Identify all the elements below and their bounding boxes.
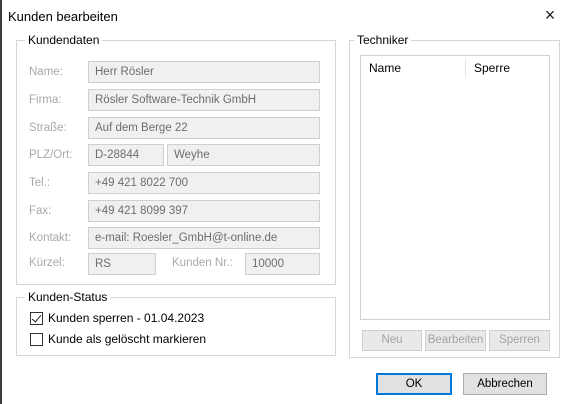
bearbeiten-button[interactable]: Bearbeiten [425, 330, 486, 351]
kuerzel-field[interactable]: RS [88, 253, 156, 275]
abbrechen-button[interactable]: Abbrechen [463, 373, 547, 395]
kunden-sperren-label[interactable]: Kunden sperren - 01.04.2023 [48, 311, 204, 325]
close-icon[interactable]: × [540, 5, 560, 25]
firma-label: Firma: [29, 94, 62, 106]
kunden-status-group: Kunden-Status [16, 290, 336, 356]
fax-label: Fax: [29, 205, 52, 217]
window-left-edge [0, 0, 2, 404]
sperren-button[interactable]: Sperren [489, 330, 550, 351]
kunden-nr-label: Kunden Nr.: [172, 257, 233, 269]
name-field[interactable]: Herr Rösler [88, 61, 320, 83]
kundendaten-legend: Kundendaten [25, 33, 103, 47]
column-header-name[interactable]: Name [361, 56, 465, 80]
techniker-table[interactable]: Name Sperre [360, 55, 550, 320]
strasse-label: Straße: [29, 122, 67, 134]
kunden-sperren-checkbox[interactable] [30, 312, 43, 325]
strasse-field[interactable]: Auf dem Berge 22 [88, 117, 320, 139]
neu-button[interactable]: Neu [362, 330, 422, 351]
techniker-legend: Techniker [354, 33, 412, 47]
column-header-sperre[interactable]: Sperre [466, 56, 550, 80]
kontakt-field[interactable]: e-mail: Roesler_GmbH@t-online.de [88, 227, 320, 249]
dialog-title: Kunden bearbeiten [8, 9, 118, 24]
kuerzel-label: Kürzel: [29, 257, 65, 269]
ok-button[interactable]: OK [376, 373, 452, 395]
kunden-status-legend: Kunden-Status [25, 290, 111, 304]
tel-label: Tel.: [29, 177, 51, 189]
tel-field[interactable]: +49 421 8022 700 [88, 172, 320, 194]
kunde-geloescht-label[interactable]: Kunde als gelöscht markieren [48, 332, 206, 346]
plz-ort-label: PLZ/Ort: [29, 149, 73, 161]
kunde-geloescht-checkbox[interactable] [30, 333, 43, 346]
plz-field[interactable]: D-28844 [88, 144, 164, 166]
firma-field[interactable]: Rösler Software-Technik GmbH [88, 89, 320, 111]
ort-field[interactable]: Weyhe [167, 144, 320, 166]
kunden-nr-field[interactable]: 10000 [245, 253, 320, 275]
kontakt-label: Kontakt: [29, 232, 72, 244]
name-label: Name: [29, 66, 63, 78]
fax-field[interactable]: +49 421 8099 397 [88, 200, 320, 222]
